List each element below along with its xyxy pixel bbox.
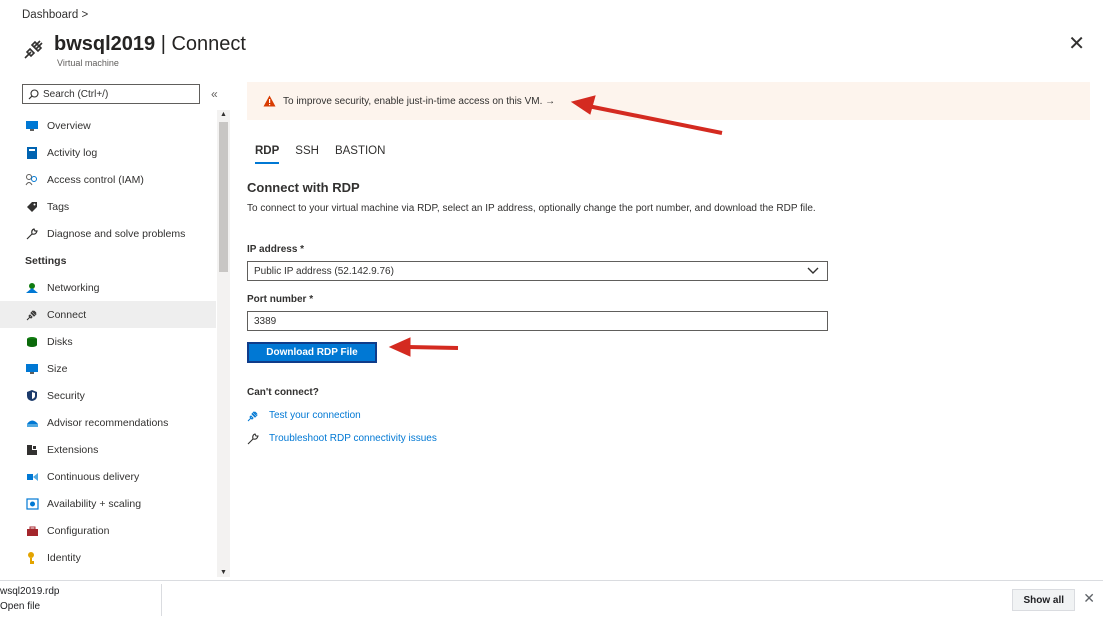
- toolbox-icon: [25, 524, 39, 538]
- jit-access-banner[interactable]: To improve security, enable just-in-time…: [247, 82, 1090, 120]
- scroll-down-icon[interactable]: ▼: [220, 569, 227, 576]
- tag-icon: [25, 200, 39, 214]
- troubleshoot-label: Troubleshoot RDP connectivity issues: [269, 433, 437, 444]
- download-rdp-file-button[interactable]: Download RDP File: [247, 342, 377, 363]
- network-icon: [25, 281, 39, 295]
- sidebar-item-continuous-delivery[interactable]: Continuous delivery: [0, 463, 216, 490]
- breadcrumb-dashboard[interactable]: Dashboard >: [22, 9, 88, 21]
- plug-icon: [25, 308, 39, 322]
- search-input[interactable]: Search (Ctrl+/): [22, 84, 200, 104]
- sidebar-item-overview[interactable]: Overview: [0, 112, 216, 139]
- sidebar-item-advisor[interactable]: Advisor recommendations: [0, 409, 216, 436]
- wrench-icon: [247, 433, 259, 445]
- test-connection-link[interactable]: Test your connection: [247, 409, 361, 422]
- test-connection-label: Test your connection: [269, 410, 361, 421]
- sidebar-item-label: Identity: [47, 551, 81, 564]
- sidebar-nav: Overview Activity log Access control (IA…: [0, 112, 216, 571]
- book-icon: [25, 146, 39, 160]
- sidebar-item-label: Continuous delivery: [47, 470, 140, 483]
- plug-icon: [247, 411, 258, 422]
- sidebar-item-extensions[interactable]: Extensions: [0, 436, 216, 463]
- sidebar-item-security[interactable]: Security: [0, 382, 216, 409]
- tab-ssh[interactable]: SSH: [295, 145, 319, 164]
- sidebar-item-label: Disks: [47, 335, 73, 348]
- search-placeholder: Search (Ctrl+/): [43, 88, 109, 100]
- banner-text: To improve security, enable just-in-time…: [283, 95, 556, 107]
- port-number-label: Port number *: [247, 294, 314, 305]
- key-icon: [25, 551, 39, 565]
- sidebar-item-activity-log[interactable]: Activity log: [0, 139, 216, 166]
- sidebar-item-label: Overview: [47, 119, 91, 132]
- sidebar-item-connect[interactable]: Connect: [0, 301, 216, 328]
- wrench-icon: [25, 227, 39, 241]
- sidebar-item-label: Configuration: [47, 524, 110, 537]
- sidebar: Search (Ctrl+/) « Overview Activity log …: [0, 82, 232, 577]
- resource-type: Virtual machine: [57, 58, 119, 68]
- sidebar-item-label: Activity log: [47, 146, 98, 159]
- sidebar-item-networking[interactable]: Networking: [0, 274, 216, 301]
- show-all-button[interactable]: Show all: [1012, 589, 1075, 611]
- sidebar-item-tags[interactable]: Tags: [0, 193, 216, 220]
- sidebar-item-size[interactable]: Size: [0, 355, 216, 382]
- sidebar-item-label: Networking: [47, 281, 100, 294]
- ip-address-value: Public IP address (52.142.9.76): [254, 265, 394, 277]
- close-button[interactable]: ✕: [1068, 34, 1085, 54]
- download-status: Open file: [0, 601, 41, 612]
- blade-title: | Connect: [155, 33, 246, 55]
- port-number-field[interactable]: 3389: [247, 311, 828, 331]
- shield-icon: [25, 389, 39, 403]
- extensions-icon: [25, 443, 39, 457]
- ip-address-dropdown[interactable]: Public IP address (52.142.9.76): [247, 261, 828, 281]
- sidebar-item-identity[interactable]: Identity: [0, 544, 216, 571]
- download-bar: wsql2019.rdp Open file Show all ✕: [0, 580, 1103, 617]
- sidebar-item-label: Tags: [47, 200, 70, 213]
- advisor-icon: [25, 416, 39, 430]
- resource-name: bwsql2019: [54, 33, 156, 55]
- scrollbar-thumb[interactable]: [219, 122, 228, 272]
- section-title: Connect with RDP: [247, 180, 360, 195]
- sidebar-item-label: Security: [47, 389, 85, 402]
- scroll-up-icon[interactable]: ▲: [220, 111, 227, 118]
- delivery-icon: [25, 470, 39, 484]
- download-file-name: wsql2019.rdp: [0, 586, 60, 597]
- tab-bastion[interactable]: BASTION: [335, 145, 385, 164]
- main-content: To improve security, enable just-in-time…: [247, 82, 1090, 562]
- sidebar-item-diagnose[interactable]: Diagnose and solve problems: [0, 220, 216, 247]
- settings-section-header: Settings: [25, 254, 67, 267]
- collapse-sidebar-button[interactable]: «: [211, 87, 218, 101]
- cant-connect-heading: Can't connect?: [247, 387, 319, 398]
- sidebar-item-label: Availability + scaling: [47, 497, 142, 510]
- people-icon: [25, 173, 39, 187]
- download-item[interactable]: wsql2019.rdp Open file: [0, 584, 162, 616]
- sidebar-item-availability[interactable]: Availability + scaling: [0, 490, 216, 517]
- ip-address-label: IP address *: [247, 244, 305, 255]
- sidebar-item-label: Connect: [47, 308, 87, 321]
- connect-tabs: RDP SSH BASTION: [255, 145, 401, 164]
- sidebar-item-label: Diagnose and solve problems: [47, 227, 186, 240]
- plug-icon: [24, 40, 43, 59]
- tab-rdp[interactable]: RDP: [255, 145, 280, 164]
- sidebar-item-label: Extensions: [47, 443, 99, 456]
- breadcrumb[interactable]: Dashboard >: [22, 9, 88, 21]
- port-number-value: 3389: [254, 315, 277, 327]
- troubleshoot-link[interactable]: Troubleshoot RDP connectivity issues: [247, 432, 437, 445]
- search-icon: [28, 88, 39, 99]
- chevron-down-icon: [807, 267, 819, 274]
- warning-icon: [263, 95, 276, 107]
- disk-icon: [25, 335, 39, 349]
- close-download-bar-button[interactable]: ✕: [1083, 590, 1095, 607]
- page-title: bwsql2019 | Connect: [22, 32, 246, 61]
- monitor-icon: [25, 362, 39, 376]
- sidebar-item-label: Access control (IAM): [47, 173, 144, 186]
- sidebar-item-configuration[interactable]: Configuration: [0, 517, 216, 544]
- sidebar-item-disks[interactable]: Disks: [0, 328, 216, 355]
- section-description: To connect to your virtual machine via R…: [247, 203, 816, 214]
- monitor-icon: [25, 119, 39, 133]
- sidebar-item-label: Advisor recommendations: [47, 416, 169, 429]
- availability-icon: [25, 497, 39, 511]
- sidebar-item-access-control[interactable]: Access control (IAM): [0, 166, 216, 193]
- sidebar-scrollbar[interactable]: ▲ ▼: [217, 110, 230, 577]
- sidebar-item-label: Size: [47, 362, 68, 375]
